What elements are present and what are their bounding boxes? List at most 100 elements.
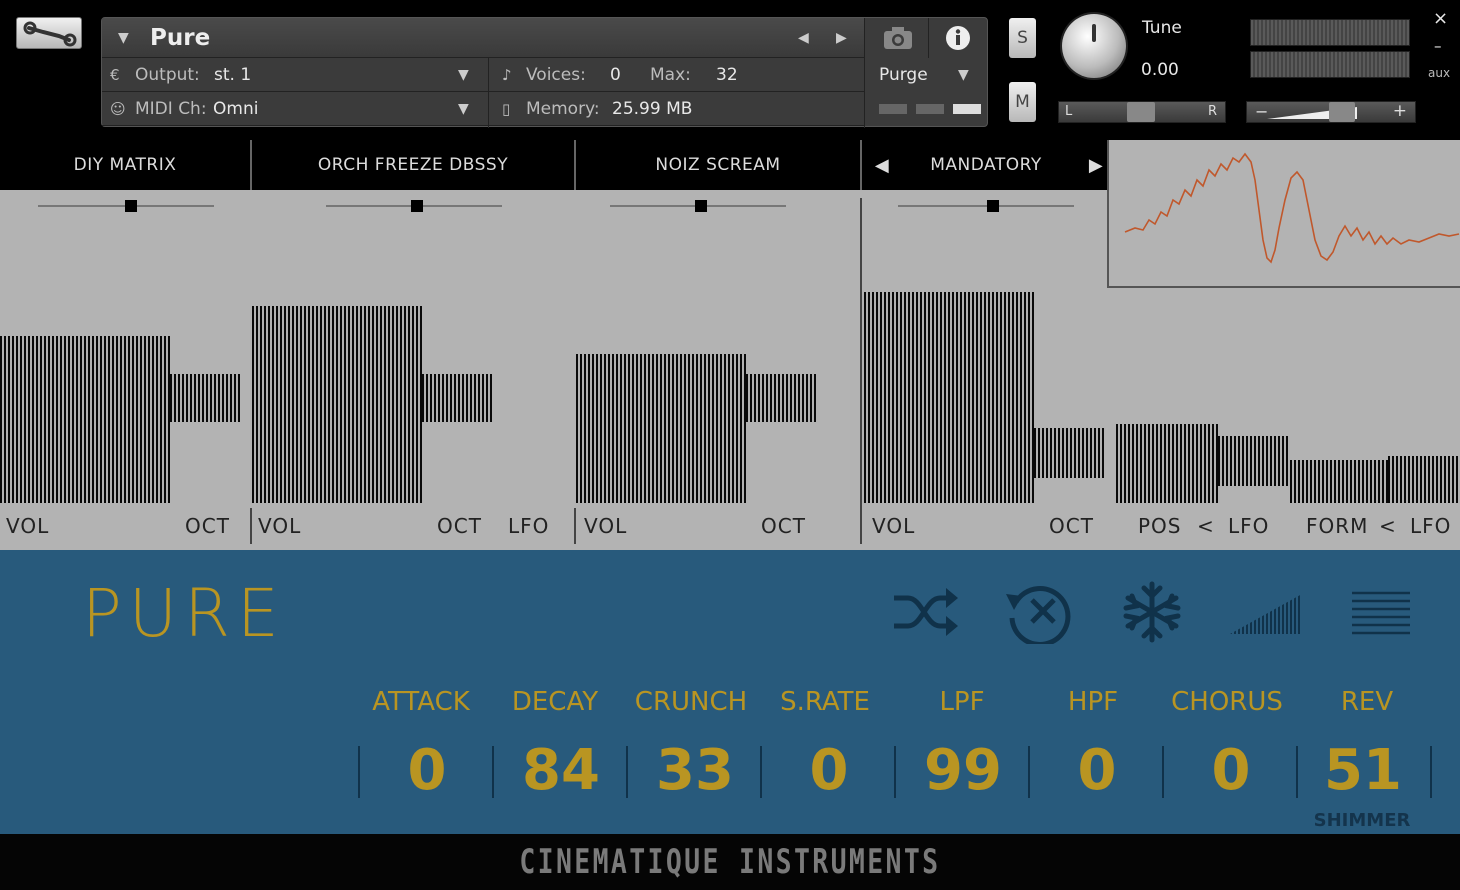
next-instrument-icon[interactable]: ▶ — [836, 18, 847, 57]
decay-value[interactable]: 84 — [494, 738, 628, 803]
divider — [1430, 746, 1432, 798]
volume-plus-label: + — [1392, 101, 1407, 121]
vol-label: VOL — [258, 514, 302, 538]
close-button[interactable]: × — [1433, 6, 1448, 30]
divider — [928, 18, 929, 58]
preset-title: PURE — [82, 575, 286, 652]
reset-icon[interactable] — [1002, 580, 1078, 648]
crunch-value[interactable]: 33 — [628, 738, 762, 803]
midi-row: ☺ MIDI Ch: Omni ▼ ▯ Memory: 25.99 MB — [102, 92, 864, 126]
form-arrow-label[interactable]: < — [1379, 514, 1397, 538]
output-value[interactable]: st. 1 — [214, 58, 251, 91]
vol-label: VOL — [584, 514, 628, 538]
oct-label: OCT — [1049, 514, 1094, 538]
rev-value[interactable]: 51 — [1296, 738, 1430, 803]
lfo-label: LFO — [1228, 514, 1270, 538]
level-meter-right — [1250, 51, 1410, 78]
oct-label: OCT — [437, 514, 482, 538]
form-bar[interactable] — [1290, 460, 1388, 503]
oct-bar[interactable] — [1034, 428, 1106, 478]
voices-icon: ♪ — [502, 65, 512, 84]
blend-slider-handle[interactable] — [987, 200, 999, 212]
output-icon: € — [110, 65, 120, 84]
volume-slider[interactable]: − + — [1246, 101, 1416, 123]
pos-label: POS — [1138, 514, 1182, 538]
tab-prev-icon[interactable]: ◀ — [868, 140, 896, 190]
tune-label: Tune — [1142, 18, 1182, 38]
tune-knob[interactable] — [1062, 14, 1126, 78]
lpf-value[interactable]: 99 — [896, 738, 1030, 803]
oct-bar[interactable] — [746, 374, 818, 422]
decay-label: DECAY — [511, 687, 599, 717]
chorus-label: CHORUS — [1171, 687, 1283, 717]
rev-label: REV — [1340, 687, 1394, 717]
midi-value[interactable]: Omni — [213, 92, 258, 125]
divider — [860, 140, 862, 190]
attack-label: ATTACK — [372, 687, 470, 717]
pan-slider[interactable]: L R — [1058, 101, 1226, 123]
lfo-bar[interactable] — [1218, 436, 1290, 486]
lfo-label: LFO — [1410, 514, 1452, 538]
tab-next-icon[interactable]: ▶ — [1082, 140, 1110, 190]
pos-bar[interactable] — [1116, 424, 1218, 503]
srate-value[interactable]: 0 — [762, 738, 896, 803]
blend-slider[interactable] — [898, 205, 1074, 207]
aux-label[interactable]: aux — [1428, 62, 1450, 84]
attack-value[interactable]: 0 — [360, 738, 494, 803]
freeze-icon[interactable] — [1120, 580, 1184, 648]
hpf-value[interactable]: 0 — [1030, 738, 1164, 803]
camera-icon[interactable] — [882, 24, 914, 56]
purge-dropdown-icon[interactable]: ▼ — [958, 58, 969, 92]
vol-bar[interactable] — [0, 336, 170, 503]
chorus-value[interactable]: 0 — [1164, 738, 1298, 803]
info-icon[interactable] — [944, 24, 972, 56]
instrument-name[interactable]: Pure — [150, 18, 210, 57]
minimize-button[interactable]: – — [1434, 34, 1442, 58]
lfo-bar[interactable] — [1388, 456, 1460, 503]
tab-noiz-scream[interactable]: NOIZ SCREAM — [576, 140, 860, 190]
shuffle-icon[interactable] — [892, 586, 958, 642]
instrument-name-row: ▼ Pure ◀ ▶ — [102, 18, 864, 58]
volume-handle[interactable] — [1329, 102, 1355, 122]
blend-slider-handle[interactable] — [411, 200, 423, 212]
kontakt-header: ▼ Pure ◀ ▶ € Output: st. 1 ▼ ♪ Voices: 0… — [0, 0, 1460, 140]
waveform-graph — [1124, 152, 1460, 264]
wrench-button[interactable] — [16, 17, 82, 49]
mute-button[interactable]: M — [1009, 82, 1036, 122]
brand-logo: CINEMATIQUE INSTRUMENTS — [519, 842, 941, 882]
oct-bar[interactable] — [422, 374, 494, 422]
pan-left-label: L — [1065, 104, 1073, 119]
tab-diy-matrix[interactable]: DIY MATRIX — [0, 140, 250, 190]
max-voices-value[interactable]: 32 — [716, 58, 738, 91]
velocity-ramp-icon[interactable] — [1230, 592, 1304, 640]
lines-icon[interactable] — [1350, 590, 1412, 640]
oct-bar[interactable] — [170, 374, 242, 422]
rev-mode-label[interactable]: SHIMMER — [1300, 810, 1424, 831]
vol-bar[interactable] — [864, 292, 1034, 503]
srate-label: S.RATE — [780, 687, 870, 717]
blend-slider-handle[interactable] — [695, 200, 707, 212]
wrench-icon — [23, 21, 77, 47]
output-row: € Output: st. 1 ▼ ♪ Voices: 0 Max: 32 — [102, 58, 864, 92]
output-dropdown-icon[interactable]: ▼ — [458, 58, 469, 91]
pos-arrow-label[interactable]: < — [1197, 514, 1215, 538]
tab-orch-freeze[interactable]: ORCH FREEZE DBSSY — [252, 140, 574, 190]
pan-handle[interactable] — [1127, 102, 1155, 122]
divider — [250, 508, 252, 544]
memory-label: Memory: — [526, 98, 600, 119]
vol-bar[interactable] — [252, 306, 422, 503]
divider — [864, 18, 865, 128]
purge-indicator — [879, 104, 907, 114]
tab-mandatory[interactable]: MANDATORY — [896, 140, 1076, 190]
prev-instrument-icon[interactable]: ◀ — [798, 18, 809, 57]
blend-slider-handle[interactable] — [125, 200, 137, 212]
collapse-arrow-icon[interactable]: ▼ — [118, 18, 129, 57]
solo-button[interactable]: S — [1009, 18, 1036, 58]
pan-right-label: R — [1207, 104, 1217, 119]
midi-dropdown-icon[interactable]: ▼ — [458, 92, 469, 125]
vol-label: VOL — [872, 514, 916, 538]
vol-bar[interactable] — [576, 354, 746, 503]
vol-label: VOL — [6, 514, 50, 538]
level-meter-left — [1250, 19, 1410, 46]
purge-label[interactable]: Purge — [879, 58, 928, 92]
